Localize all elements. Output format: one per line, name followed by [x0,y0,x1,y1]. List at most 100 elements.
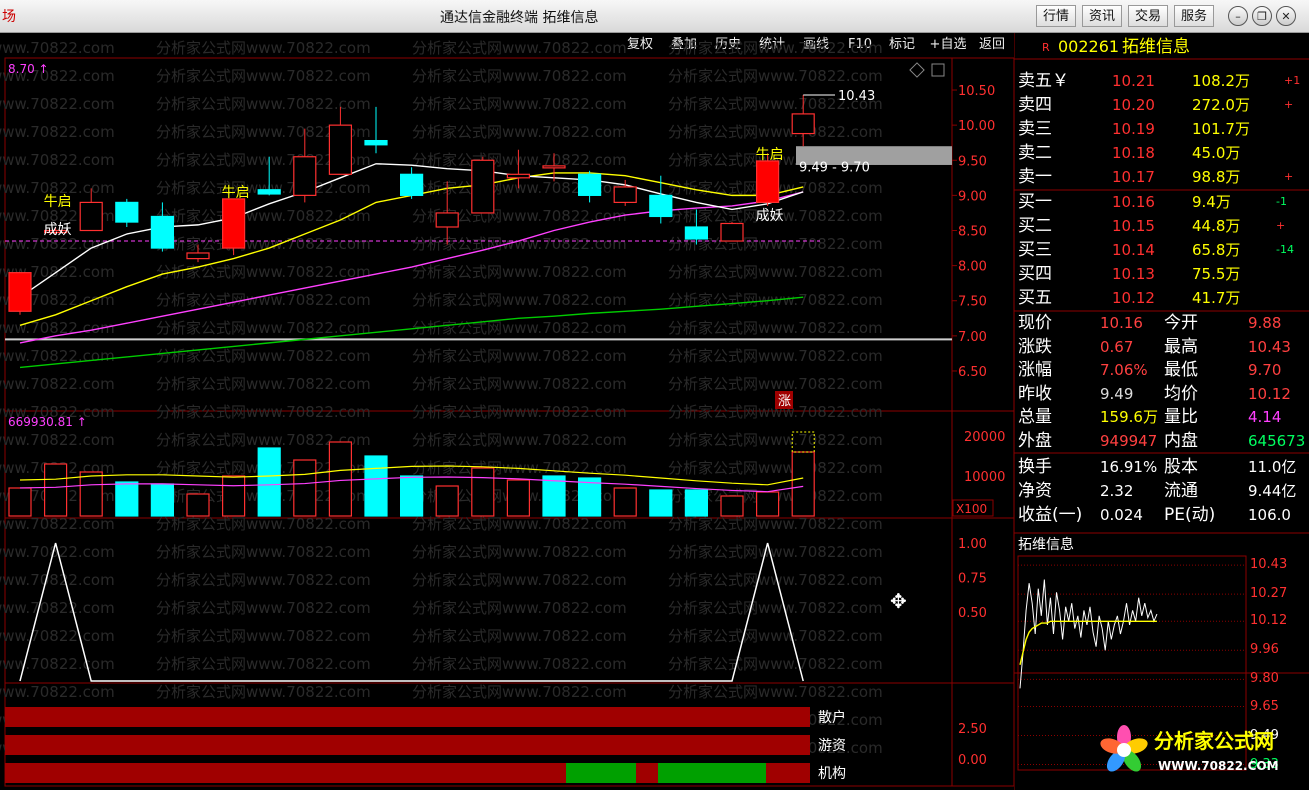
stat-value: 4.14 [1248,408,1282,426]
watermark-text: 分析家公式网www.70822.com [668,67,883,85]
candle-body [613,186,637,204]
bid-price: 10.15 [1112,217,1155,235]
minimize-icon[interactable]: – [1228,6,1248,26]
strip-bar [5,735,810,755]
kline-chart-area[interactable]: 分析家公式网www.70822.com 分析家公式网www.70822.com 分析… [0,33,1014,790]
restore-icon[interactable]: ❐ [1252,6,1272,26]
top-button-trade[interactable]: 交易 [1128,5,1169,27]
watermark-text: 分析家公式网www.70822.com [668,627,883,645]
candle-body [684,226,709,240]
mini-avg-line [1019,620,1157,665]
watermark-text: 分析家公式网www.70822.com [412,403,627,421]
mini-axis-label: 10.27 [1250,586,1288,602]
bid-label: 买一 [1018,192,1052,212]
ma-indicator-label: 8.70 ↑ [8,62,49,76]
stat-value: 16.91% [1100,458,1158,476]
mini-price-line [1019,579,1158,689]
watermark-text: 分析家公式网www.70822.com [156,67,371,85]
watermark-text: 分析家公式网www.70822.com [0,627,115,645]
stat-label: 净资 [1018,481,1052,501]
watermark-text: 分析家公式网www.70822.com [412,599,627,617]
candle-body [186,252,210,260]
market-tag[interactable]: 场 [2,6,16,26]
stat-label: 最高 [1164,336,1198,357]
osc-axis-label: 0.75 [958,572,987,587]
watermark-text: 分析家公式网www.70822.com [156,95,371,113]
site-logo: 分析家公式网 WWW.70822.COM [1100,725,1279,773]
volume-bar [150,483,174,517]
volume-bar [293,459,317,517]
watermark-text: 分析家公式网www.70822.com [668,39,883,57]
watermark-text: 分析家公式网www.70822.com [668,655,883,673]
mini-chart-title: 拓维信息 [1018,537,1074,553]
candle-body [577,173,602,196]
logo-text: 分析家公式网 [1154,729,1274,753]
candle-body [222,198,246,249]
watermark-text: 分析家公式网www.70822.com [412,151,627,169]
watermark-text: 分析家公式网www.70822.com [156,515,371,533]
signal-label: 成妖 [44,222,72,238]
bid-price: 10.16 [1112,193,1155,211]
window-title: 通达信金融终端 拓维信息 [440,10,599,26]
stat-label: 换手 [1018,457,1052,477]
ask-price: 10.20 [1112,96,1155,114]
watermark-text: 分析家公式网www.70822.com [412,347,627,365]
mini-axis-label: 9.65 [1250,698,1279,714]
volume-bar [755,491,780,517]
ask-price: 10.21 [1112,72,1155,90]
bid-price: 10.12 [1112,289,1155,307]
mini-axis-label: 10.12 [1250,613,1288,629]
ask-volume: 98.8万 [1192,168,1241,186]
watermark-text: 分析家公式网www.70822.com [156,655,371,673]
top-button-service[interactable]: 服务 [1174,5,1215,27]
watermark-text: 分析家公式网www.70822.com [156,403,371,421]
watermark-text: 分析家公式网www.70822.com [412,291,627,309]
watermark-text: 分析家公式网www.70822.com [668,683,883,701]
ask-change: + [1284,98,1294,111]
stat-label: 量比 [1164,407,1198,427]
stat-value: 9.70 [1248,361,1282,379]
close-icon[interactable]: ✕ [1276,6,1296,26]
bid-label: 买四 [1018,264,1052,284]
bid-volume: 75.5万 [1192,265,1241,283]
ask-price: 10.18 [1112,144,1155,162]
watermark-text: 分析家公式网www.70822.com [668,599,883,617]
top-button-quotes[interactable]: 行情 [1036,5,1077,27]
stat-value: 2.32 [1100,482,1134,500]
bid-volume: 44.8万 [1192,217,1241,235]
stat-value: 645673 [1248,431,1306,450]
panel-toggle-icon [931,63,945,77]
stat-value: 10.12 [1248,384,1291,403]
stat-label: 涨幅 [1018,360,1052,380]
watermark-text: 分析家公式网www.70822.com [0,375,115,393]
watermark-text: 分析家公式网www.70822.com [0,39,115,57]
bid-volume: 41.7万 [1192,289,1241,307]
stat-label: 今开 [1164,313,1198,333]
signal-label: 牛启 [756,147,784,163]
price-axis-label: 10.50 [958,84,995,99]
bid-change: -1 [1276,195,1287,208]
watermark-text: 分析家公式网www.70822.com [156,319,371,337]
candle-body [115,201,139,223]
volume-bar [720,495,744,517]
mini-axis-label: 10.43 [1250,557,1288,573]
diamond-icon [909,62,925,78]
signal-label: 牛启 [44,194,72,210]
title-bar: 场 通达信金融终端 拓维信息 行情 资讯 交易 服务 – ❐ ✕ [0,0,1309,33]
watermark-text: 分析家公式网www.70822.com [412,375,627,393]
volume-bar [43,463,68,517]
candle-body [400,173,424,196]
bid-price: 10.14 [1112,241,1155,259]
bid-change: -14 [1276,243,1294,256]
watermark-text: 分析家公式网www.70822.com [668,375,883,393]
watermark-text: 分析家公式网www.70822.com [668,347,883,365]
zhang-tag: 涨 [778,394,791,409]
high-price-label: 10.43 [838,89,875,104]
osc-axis-label: 0.50 [958,606,987,621]
volume-bar [257,447,281,517]
watermark-text: 分析家公式网www.70822.com [412,319,627,337]
ask-label: 卖五￥ [1018,71,1069,91]
watermark-text: 分析家公式网www.70822.com [412,627,627,645]
top-button-news[interactable]: 资讯 [1082,5,1123,27]
range-label: 9.49 - 9.70 [799,160,870,175]
